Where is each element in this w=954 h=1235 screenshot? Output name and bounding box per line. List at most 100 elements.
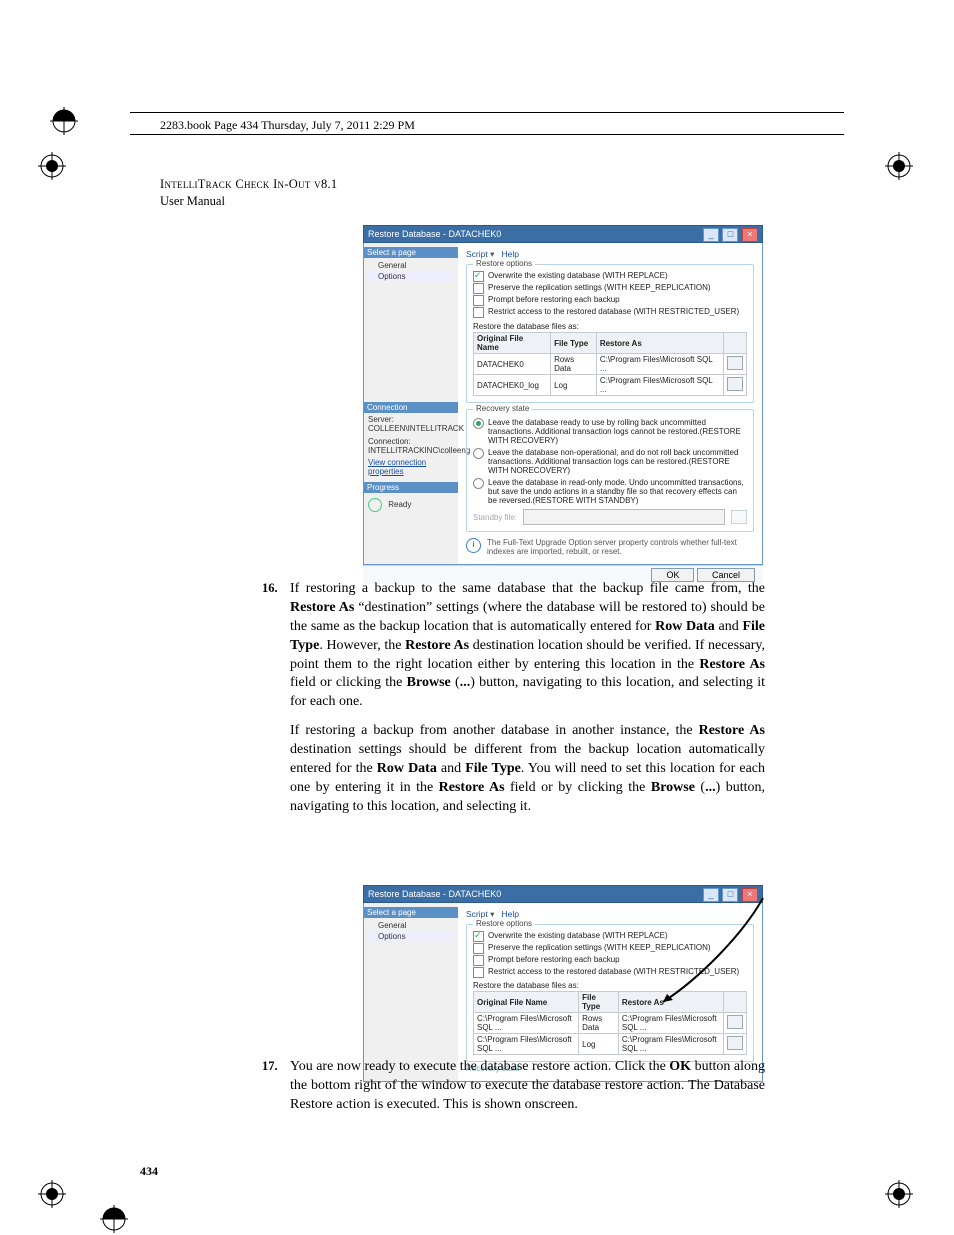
header-rule-bottom: [130, 134, 844, 135]
close-icon[interactable]: ×: [742, 228, 758, 242]
dialog2-titlebar[interactable]: Restore Database - DATACHEK0 _ □ ×: [363, 885, 763, 903]
step-16-para2: If restoring a backup from another datab…: [290, 722, 765, 816]
info-icon: i: [466, 538, 481, 553]
radio-recovery[interactable]: Leave the database ready to use by rolli…: [473, 418, 747, 445]
dialog1-titlebar[interactable]: Restore Database - DATACHEK0 _ □ ×: [363, 225, 763, 243]
running-head-line2: User Manual: [160, 193, 337, 210]
progress-ready: Ready: [388, 500, 411, 509]
page-header: 2283.book Page 434 Thursday, July 7, 201…: [160, 118, 415, 133]
checkbox-icon: [473, 283, 484, 294]
chk-restrict[interactable]: Restrict access to the restored database…: [473, 307, 747, 318]
left-item-options[interactable]: Options: [368, 271, 454, 282]
window-controls: _ □ ×: [702, 886, 758, 902]
script-button[interactable]: Script: [466, 909, 488, 919]
dialog2-right-pane: Script ▾ Help Restore options Overwrite …: [458, 903, 762, 1081]
step-16-para1: 16. If restoring a backup to the same da…: [290, 580, 765, 712]
browse-button[interactable]: [727, 1036, 743, 1050]
recovery-state-group: Recovery state Leave the database ready …: [466, 409, 754, 532]
restore-files-table: Original File NameFile TypeRestore As DA…: [473, 332, 747, 396]
chk-overwrite[interactable]: Overwrite the existing database (WITH RE…: [473, 271, 747, 282]
chk-prompt[interactable]: Prompt before restoring each backup: [473, 955, 747, 966]
radio-icon: [473, 448, 484, 459]
radio-norecovery[interactable]: Leave the database non-operational, and …: [473, 448, 747, 475]
maximize-icon[interactable]: □: [722, 888, 738, 902]
dialog1-left-pane: Select a page General Options Connection…: [364, 243, 458, 564]
dialog1-title: Restore Database - DATACHEK0: [368, 226, 501, 242]
checkbox-icon: [473, 307, 484, 318]
chk-restrict[interactable]: Restrict access to the restored database…: [473, 967, 747, 978]
checkbox-icon: [473, 943, 484, 954]
header-rule-top: [130, 112, 844, 113]
connection-label: Connection:: [368, 437, 454, 446]
standby-label: Standby file:: [473, 513, 517, 522]
left-panehead-select: Select a page: [364, 247, 458, 258]
body-content: 16. If restoring a backup to the same da…: [290, 580, 765, 827]
dialog1-right-pane: Script ▾ Help Restore options Overwrite …: [458, 243, 762, 564]
server-value: COLLEEN\INTELLITRACK: [368, 424, 454, 433]
left-item-general[interactable]: General: [368, 260, 454, 271]
checkbox-icon: [473, 271, 484, 282]
page-number: 434: [140, 1164, 158, 1179]
browse-button: [731, 510, 747, 524]
connection-value: INTELLITRACKINC\colleeng: [368, 446, 454, 455]
table-row: DATACHEK0Rows DataC:\Program Files\Micro…: [474, 354, 747, 375]
maximize-icon[interactable]: □: [722, 228, 738, 242]
radio-icon: [473, 418, 484, 429]
left-panehead-select: Select a page: [364, 907, 458, 918]
chk-preserve[interactable]: Preserve the replication settings (WITH …: [473, 283, 747, 294]
view-connection-link[interactable]: View connection properties: [368, 458, 454, 476]
left-panehead-progress: Progress: [364, 482, 458, 493]
th-restoreas: Restore As: [596, 333, 723, 354]
help-button[interactable]: Help: [501, 909, 518, 919]
server-label: Server:: [368, 415, 454, 424]
running-head-line1: IntelliTrack Check In-Out v8.1: [160, 176, 337, 193]
restore-dialog-1: Restore Database - DATACHEK0 _ □ × Selec…: [363, 225, 763, 584]
browse-button[interactable]: [727, 377, 743, 391]
restore-options-legend: Restore options: [473, 259, 535, 268]
minimize-icon[interactable]: _: [703, 228, 719, 242]
standby-file-input: [523, 509, 725, 525]
restore-options-group2: Restore options Overwrite the existing d…: [466, 924, 754, 1062]
left-item-general[interactable]: General: [368, 920, 454, 931]
recovery-legend: Recovery state: [473, 404, 532, 413]
restore-options-legend2: Restore options: [473, 919, 535, 928]
help-button[interactable]: Help: [501, 249, 518, 259]
checkbox-icon: [473, 295, 484, 306]
minimize-icon[interactable]: _: [703, 888, 719, 902]
th-original: Original File Name: [474, 333, 551, 354]
table-row: DATACHEK0_logLogC:\Program Files\Microso…: [474, 375, 747, 396]
left-item-options[interactable]: Options: [368, 931, 454, 942]
checkbox-icon: [473, 967, 484, 978]
step-17-number: 17.: [262, 1058, 278, 1075]
restore-dialog-2: Restore Database - DATACHEK0 _ □ × Selec…: [363, 885, 763, 1082]
radio-standby[interactable]: Leave the database in read-only mode. Un…: [473, 478, 747, 505]
files-label2: Restore the database files as:: [473, 981, 747, 990]
dialog2-title: Restore Database - DATACHEK0: [368, 886, 501, 902]
step-16-number: 16.: [262, 580, 278, 597]
progress-icon: [368, 498, 382, 512]
chk-preserve[interactable]: Preserve the replication settings (WITH …: [473, 943, 747, 954]
step-17-block: 17. You are now ready to execute the dat…: [290, 1058, 765, 1125]
script-button[interactable]: Script: [466, 249, 488, 259]
checkbox-icon: [473, 955, 484, 966]
dialog2-left-pane: Select a page General Options: [364, 903, 458, 1081]
radio-icon: [473, 478, 484, 489]
browse-button[interactable]: [727, 1015, 743, 1029]
files-label: Restore the database files as:: [473, 322, 747, 331]
step-17-para: 17. You are now ready to execute the dat…: [290, 1058, 765, 1115]
checkbox-icon: [473, 931, 484, 942]
table-row: C:\Program Files\Microsoft SQL ...LogC:\…: [474, 1034, 747, 1055]
window-controls: _ □ ×: [702, 226, 758, 242]
info-row: i The Full-Text Upgrade Option server pr…: [466, 538, 754, 556]
close-icon[interactable]: ×: [742, 888, 758, 902]
info-text: The Full-Text Upgrade Option server prop…: [487, 538, 754, 556]
chk-prompt[interactable]: Prompt before restoring each backup: [473, 295, 747, 306]
running-head: IntelliTrack Check In-Out v8.1 User Manu…: [160, 176, 337, 210]
restore-options-group: Restore options Overwrite the existing d…: [466, 264, 754, 403]
chk-overwrite[interactable]: Overwrite the existing database (WITH RE…: [473, 931, 747, 942]
table-row: C:\Program Files\Microsoft SQL ...Rows D…: [474, 1013, 747, 1034]
th-filetype: File Type: [551, 333, 597, 354]
left-panehead-connection: Connection: [364, 402, 458, 413]
browse-button[interactable]: [727, 356, 743, 370]
restore-files-table2: Original File NameFile TypeRestore As C:…: [473, 991, 747, 1055]
